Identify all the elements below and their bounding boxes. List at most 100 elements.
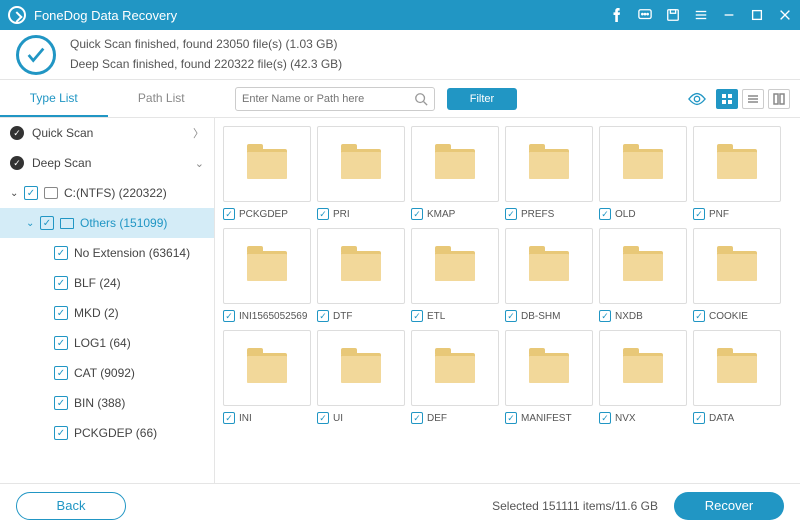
- checkbox-icon[interactable]: ✓: [693, 208, 705, 220]
- sidebar-item[interactable]: ✓BLF (24): [0, 268, 214, 298]
- checkbox-icon[interactable]: ✓: [24, 186, 38, 200]
- file-item[interactable]: ✓INI: [223, 330, 311, 426]
- view-detail-button[interactable]: [768, 89, 790, 109]
- file-item[interactable]: ✓ETL: [411, 228, 499, 324]
- sidebar-item[interactable]: ✓MKD (2): [0, 298, 214, 328]
- checkbox-icon[interactable]: ✓: [54, 366, 68, 380]
- file-label: PCKGDEP: [239, 209, 288, 220]
- file-label: UI: [333, 413, 343, 424]
- file-label: DB-SHM: [521, 311, 560, 322]
- save-icon[interactable]: [666, 8, 680, 22]
- checkbox-icon[interactable]: ✓: [223, 208, 235, 220]
- checkbox-icon[interactable]: ✓: [411, 208, 423, 220]
- checkbox-icon[interactable]: ✓: [693, 310, 705, 322]
- folder-thumbnail: [317, 330, 405, 406]
- check-circle-icon: ✓: [10, 156, 24, 170]
- sidebar-quick-scan[interactable]: ✓ Quick Scan 〉: [0, 118, 214, 148]
- checkbox-icon[interactable]: ✓: [223, 412, 235, 424]
- filter-button[interactable]: Filter: [447, 88, 517, 110]
- sidebar-item[interactable]: ✓LOG1 (64): [0, 328, 214, 358]
- sidebar-item[interactable]: ✓BIN (388): [0, 388, 214, 418]
- search-box[interactable]: [235, 87, 435, 111]
- checkbox-icon[interactable]: ✓: [54, 426, 68, 440]
- file-label: DTF: [333, 311, 352, 322]
- checkbox-icon[interactable]: ✓: [317, 412, 329, 424]
- app-logo-icon: [8, 6, 26, 24]
- file-item[interactable]: ✓ PREFS: [505, 126, 593, 222]
- folder-icon: [529, 149, 569, 179]
- checkbox-icon[interactable]: ✓: [411, 310, 423, 322]
- checkbox-icon[interactable]: ✓: [505, 208, 517, 220]
- file-item[interactable]: ✓PRI: [317, 126, 405, 222]
- file-label: DEF: [427, 413, 447, 424]
- view-list-button[interactable]: [742, 89, 764, 109]
- folder-icon: [717, 149, 757, 179]
- folder-thumbnail: [599, 228, 687, 304]
- file-item[interactable]: ✓ DTF: [317, 228, 405, 324]
- app-title: FoneDog Data Recovery: [34, 8, 610, 23]
- checkbox-icon[interactable]: ✓: [411, 412, 423, 424]
- file-item[interactable]: ✓DATA: [693, 330, 781, 426]
- search-input[interactable]: [242, 93, 414, 105]
- folder-thumbnail: [317, 228, 405, 304]
- file-item[interactable]: ✓ DB-SHM: [505, 228, 593, 324]
- maximize-icon[interactable]: [750, 8, 764, 22]
- checkbox-icon[interactable]: ✓: [599, 310, 611, 322]
- preview-icon[interactable]: [686, 89, 708, 109]
- file-item[interactable]: ✓ UI: [317, 330, 405, 426]
- checkbox-icon[interactable]: ✓: [317, 310, 329, 322]
- checkbox-icon[interactable]: ✓: [54, 246, 68, 260]
- file-item[interactable]: ✓ PCKGDEP: [223, 126, 311, 222]
- tab-type-list[interactable]: Type List: [0, 80, 108, 117]
- file-item[interactable]: ✓NXDB: [599, 228, 687, 324]
- sidebar: ✓ Quick Scan 〉 ✓ Deep Scan ⌄ ⌄ ✓ C:(NTFS…: [0, 118, 215, 483]
- recover-button[interactable]: Recover: [674, 492, 784, 520]
- file-item[interactable]: ✓INI1565052569: [223, 228, 311, 324]
- facebook-icon[interactable]: [610, 8, 624, 22]
- checkbox-icon[interactable]: ✓: [599, 208, 611, 220]
- selection-info: Selected 151111 items/11.6 GB: [492, 499, 658, 513]
- file-item[interactable]: ✓KMAP: [411, 126, 499, 222]
- sidebar-item[interactable]: ✓No Extension (63614): [0, 238, 214, 268]
- minimize-icon[interactable]: [722, 8, 736, 22]
- view-grid-button[interactable]: [716, 89, 738, 109]
- check-circle-icon: ✓: [10, 126, 24, 140]
- checkbox-icon[interactable]: ✓: [505, 310, 517, 322]
- checkbox-icon[interactable]: ✓: [54, 276, 68, 290]
- folder-icon: [341, 353, 381, 383]
- menu-icon[interactable]: [694, 8, 708, 22]
- sidebar-item[interactable]: ✓PCKGDEP (66): [0, 418, 214, 448]
- folder-thumbnail: [505, 330, 593, 406]
- checkbox-icon[interactable]: ✓: [505, 412, 517, 424]
- checkbox-icon[interactable]: ✓: [599, 412, 611, 424]
- file-item[interactable]: ✓ OLD: [599, 126, 687, 222]
- checkbox-icon[interactable]: ✓: [40, 216, 54, 230]
- checkbox-icon[interactable]: ✓: [317, 208, 329, 220]
- sidebar-deep-scan[interactable]: ✓ Deep Scan ⌄: [0, 148, 214, 178]
- checkbox-icon[interactable]: ✓: [54, 396, 68, 410]
- folder-thumbnail: [411, 126, 499, 202]
- file-label: OLD: [615, 209, 636, 220]
- tab-path-list[interactable]: Path List: [108, 80, 216, 117]
- folder-thumbnail: [223, 330, 311, 406]
- feedback-icon[interactable]: [638, 8, 652, 22]
- folder-icon: [623, 149, 663, 179]
- file-item[interactable]: ✓ DEF: [411, 330, 499, 426]
- close-icon[interactable]: [778, 8, 792, 22]
- checkbox-icon[interactable]: ✓: [54, 336, 68, 350]
- back-button[interactable]: Back: [16, 492, 126, 520]
- sidebar-drive[interactable]: ⌄ ✓ C:(NTFS) (220322): [0, 178, 214, 208]
- chevron-down-icon: ⌄: [195, 157, 204, 170]
- file-item[interactable]: ✓NVX: [599, 330, 687, 426]
- file-item[interactable]: ✓PNF: [693, 126, 781, 222]
- file-item[interactable]: ✓COOKIE: [693, 228, 781, 324]
- checkbox-icon[interactable]: ✓: [54, 306, 68, 320]
- checkbox-icon[interactable]: ✓: [223, 310, 235, 322]
- checkbox-icon[interactable]: ✓: [693, 412, 705, 424]
- file-label: PREFS: [521, 209, 554, 220]
- chevron-down-icon: ⌄: [10, 188, 24, 199]
- sidebar-others[interactable]: ⌄ ✓ Others (151099): [0, 208, 214, 238]
- file-item[interactable]: ✓MANIFEST: [505, 330, 593, 426]
- sidebar-item[interactable]: ✓CAT (9092): [0, 358, 214, 388]
- folder-icon: [717, 251, 757, 281]
